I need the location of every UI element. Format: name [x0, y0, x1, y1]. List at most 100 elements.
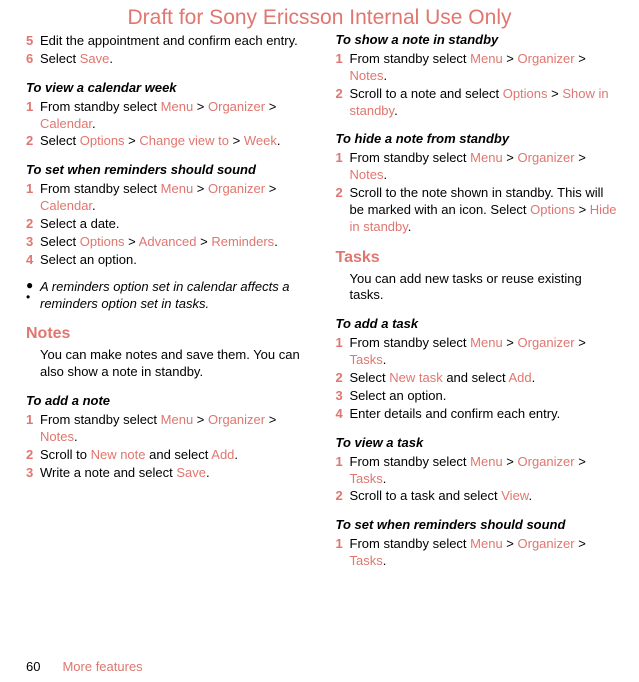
- menu-link: View: [501, 488, 528, 503]
- step-text: Select New task and select Add.: [350, 370, 620, 387]
- step-text: From standby select Menu > Organizer > N…: [350, 150, 620, 184]
- left-column: 5 Edit the appointment and confirm each …: [26, 32, 310, 571]
- menu-link: Options: [503, 86, 548, 101]
- menu-link: Tasks: [350, 352, 383, 367]
- section-paragraph: You can make notes and save them. You ca…: [26, 347, 310, 381]
- watermark-text: Draft for Sony Ericsson Internal Use Onl…: [0, 4, 639, 31]
- step-number: 2: [26, 216, 40, 233]
- step-number: 1: [336, 454, 350, 488]
- page-footer: 60 More features: [26, 659, 143, 676]
- note-callout: ●• A reminders option set in calendar af…: [26, 279, 310, 313]
- step-number: 3: [26, 465, 40, 482]
- step: 3 Select an option.: [336, 388, 620, 405]
- menu-link: Menu: [470, 536, 503, 551]
- step-text: Scroll to a note and select Options > Sh…: [350, 86, 620, 120]
- menu-link: Menu: [470, 51, 503, 66]
- step: 1 From standby select Menu > Organizer >…: [336, 150, 620, 184]
- menu-link: Tasks: [350, 471, 383, 486]
- menu-link: Menu: [470, 335, 503, 350]
- note-text: A reminders option set in calendar affec…: [40, 279, 310, 313]
- sub-heading: To add a note: [26, 393, 310, 410]
- menu-link: Notes: [350, 68, 384, 83]
- menu-link: Advanced: [139, 234, 197, 249]
- menu-link: Organizer: [518, 536, 575, 551]
- menu-link: Menu: [161, 181, 194, 196]
- content-columns: 5 Edit the appointment and confirm each …: [0, 0, 639, 571]
- menu-link: Organizer: [208, 99, 265, 114]
- section-heading: Tasks: [336, 248, 620, 269]
- menu-link: Organizer: [518, 335, 575, 350]
- step-number: 4: [26, 252, 40, 269]
- step-text: Write a note and select Save.: [40, 465, 310, 482]
- step: 4 Select an option.: [26, 252, 310, 269]
- step: 3 Write a note and select Save.: [26, 465, 310, 482]
- sub-heading: To hide a note from standby: [336, 131, 620, 148]
- menu-link: New task: [389, 370, 442, 385]
- step-number: 3: [336, 388, 350, 405]
- step-number: 4: [336, 406, 350, 423]
- step: 2 Select Options > Change view to > Week…: [26, 133, 310, 150]
- step: 2 Scroll to New note and select Add.: [26, 447, 310, 464]
- menu-link: Options: [80, 133, 125, 148]
- step-text: Scroll to the note shown in standby. Thi…: [350, 185, 620, 236]
- step-number: 1: [26, 412, 40, 446]
- step-number: 1: [26, 181, 40, 215]
- menu-link: New note: [91, 447, 146, 462]
- step-number: 5: [26, 33, 40, 50]
- step-text: Select an option.: [350, 388, 620, 405]
- right-column: To show a note in standby 1 From standby…: [336, 32, 620, 571]
- step-text: From standby select Menu > Organizer > T…: [350, 454, 620, 488]
- menu-link: Calendar: [40, 116, 92, 131]
- step: 1 From standby select Menu > Organizer >…: [336, 335, 620, 369]
- step-number: 2: [336, 370, 350, 387]
- step: 1 From standby select Menu > Organizer >…: [336, 454, 620, 488]
- step-text: Select a date.: [40, 216, 310, 233]
- step-number: 3: [26, 234, 40, 251]
- menu-link: Menu: [470, 150, 503, 165]
- step: 2 Scroll to a note and select Options > …: [336, 86, 620, 120]
- menu-link: Menu: [161, 99, 194, 114]
- step-text: Select Save.: [40, 51, 310, 68]
- step: 1 From standby select Menu > Organizer >…: [336, 51, 620, 85]
- menu-link: Add: [509, 370, 532, 385]
- sub-heading: To add a task: [336, 316, 620, 333]
- step-number: 2: [26, 133, 40, 150]
- menu-link: Organizer: [518, 51, 575, 66]
- step: 1 From standby select Menu > Organizer >…: [26, 412, 310, 446]
- info-icon: ●•: [26, 279, 40, 303]
- step: 4 Enter details and confirm each entry.: [336, 406, 620, 423]
- step: 1 From standby select Menu > Organizer >…: [26, 181, 310, 215]
- menu-link: Reminders: [211, 234, 274, 249]
- footer-section: More features: [62, 659, 142, 674]
- step-text: From standby select Menu > Organizer > N…: [40, 412, 310, 446]
- step: 6 Select Save.: [26, 51, 310, 68]
- step-number: 1: [336, 335, 350, 369]
- menu-link: Week: [244, 133, 277, 148]
- step: 2 Scroll to a task and select View.: [336, 488, 620, 505]
- step-number: 2: [26, 447, 40, 464]
- step-text: Select an option.: [40, 252, 310, 269]
- menu-link: Change view to: [139, 133, 229, 148]
- menu-link: Organizer: [518, 454, 575, 469]
- step: 3 Select Options > Advanced > Reminders.: [26, 234, 310, 251]
- step-number: 1: [336, 51, 350, 85]
- menu-link: Save: [176, 465, 206, 480]
- page-number: 60: [26, 659, 40, 676]
- menu-link: Notes: [350, 167, 384, 182]
- menu-link: Menu: [161, 412, 194, 427]
- step: 1 From standby select Menu > Organizer >…: [336, 536, 620, 570]
- step-number: 2: [336, 185, 350, 236]
- step: 2 Select New task and select Add.: [336, 370, 620, 387]
- sub-heading: To view a calendar week: [26, 80, 310, 97]
- section-heading: Notes: [26, 324, 310, 345]
- step-text: Enter details and confirm each entry.: [350, 406, 620, 423]
- menu-link: Options: [80, 234, 125, 249]
- step-number: 2: [336, 488, 350, 505]
- menu-link: Add: [211, 447, 234, 462]
- step-number: 6: [26, 51, 40, 68]
- sub-heading: To show a note in standby: [336, 32, 620, 49]
- step-number: 2: [336, 86, 350, 120]
- step: 1 From standby select Menu > Organizer >…: [26, 99, 310, 133]
- step-text: From standby select Menu > Organizer > T…: [350, 335, 620, 369]
- step-text: From standby select Menu > Organizer > C…: [40, 181, 310, 215]
